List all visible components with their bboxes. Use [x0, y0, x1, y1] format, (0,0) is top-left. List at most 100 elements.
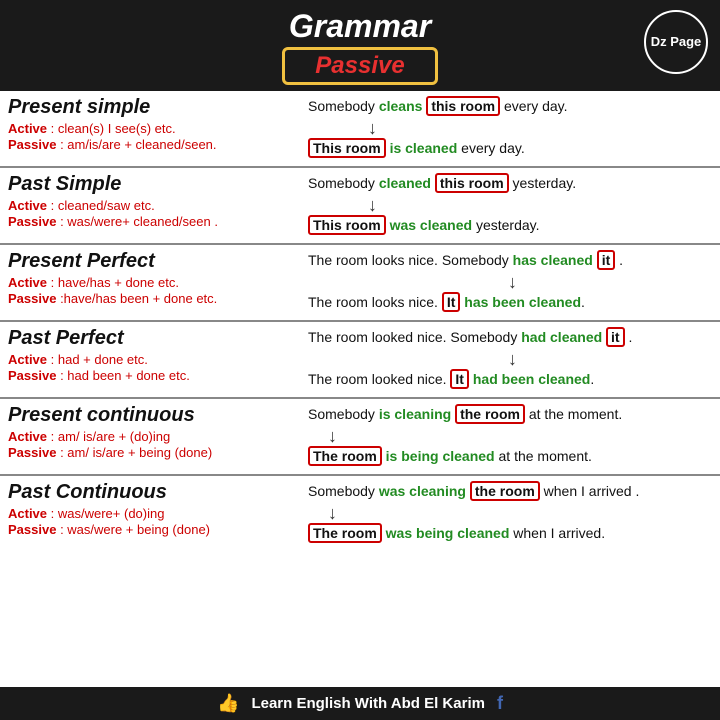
passive-line-past-continuous: Passive : was/were + being (done)	[8, 522, 298, 537]
header: Grammar Passive Dz Page	[0, 0, 720, 91]
active-line-present-perfect: Active : have/has + done etc.	[8, 275, 298, 290]
example1-present-simple: Somebody cleans this room every day.	[308, 96, 712, 116]
example1-present-continuous: Somebody is cleaning the room at the mom…	[308, 404, 712, 424]
green-word: had cleaned	[521, 329, 602, 345]
active-line-past-continuous: Active : was/were+ (do)ing	[8, 506, 298, 521]
left-past-continuous: Past Continuous Active : was/were+ (do)i…	[8, 481, 298, 546]
active-text: : was/were+ (do)ing	[51, 506, 165, 521]
active-text: : have/has + done etc.	[51, 275, 179, 290]
passive-text: : had been + done etc.	[60, 368, 190, 383]
green-word2: is being cleaned	[386, 448, 495, 464]
passive-label: Passive	[8, 368, 56, 383]
active-label: Active	[8, 506, 47, 521]
section-present-simple: Present simple Active : clean(s) I see(s…	[0, 91, 720, 168]
active-line-past-perfect: Active : had + done etc.	[8, 352, 298, 367]
boxed-word: the room	[455, 404, 525, 424]
left-present-simple: Present simple Active : clean(s) I see(s…	[8, 96, 298, 161]
main-container: Grammar Passive Dz Page Present simple A…	[0, 0, 720, 720]
active-text: : cleaned/saw etc.	[51, 198, 155, 213]
right-past-perfect: The room looked nice. Somebody had clean…	[298, 327, 712, 392]
section-present-perfect: Present Perfect Active : have/has + done…	[0, 245, 720, 322]
right-present-continuous: Somebody is cleaning the room at the mom…	[298, 404, 712, 469]
passive-text: :have/has been + done etc.	[60, 291, 217, 306]
arrow: ↓	[508, 273, 712, 291]
right-present-simple: Somebody cleans this room every day. ↓ T…	[298, 96, 712, 161]
facebook-icon: f	[497, 693, 503, 714]
example2-present-perfect: The room looks nice. It has been cleaned…	[308, 292, 712, 312]
example1-past-continuous: Somebody was cleaning the room when I ar…	[308, 481, 712, 501]
active-line-present-continuous: Active : am/ is/are + (do)ing	[8, 429, 298, 444]
passive-text-ps: : am/is/are + cleaned/seen.	[60, 137, 216, 152]
passive-label: Passive	[8, 445, 56, 460]
passive-line-present-continuous: Passive : am/ is/are + being (done)	[8, 445, 298, 460]
example2-past-simple: This room was cleaned yesterday.	[308, 215, 712, 235]
section-title-past-simple: Past Simple	[8, 173, 298, 196]
section-past-simple: Past Simple Active : cleaned/saw etc. Pa…	[0, 168, 720, 245]
green-word2: is cleaned	[390, 140, 458, 156]
right-present-perfect: The room looks nice. Somebody has cleane…	[298, 250, 712, 315]
section-past-continuous: Past Continuous Active : was/were+ (do)i…	[0, 476, 720, 551]
boxed-word: it	[597, 250, 616, 270]
section-title-past-continuous: Past Continuous	[8, 481, 298, 504]
green-word: has cleaned	[513, 252, 593, 268]
header-inner: Grammar Passive	[0, 8, 720, 87]
green-word: cleaned	[379, 175, 431, 191]
boxed-word2: This room	[308, 215, 386, 235]
active-text: : clean(s) I see(s) etc.	[51, 121, 176, 136]
page-title: Grammar	[289, 8, 431, 45]
boxed-word2: It	[442, 292, 461, 312]
green-word2: had been cleaned	[473, 371, 590, 387]
green-word2: has been cleaned	[464, 294, 581, 310]
footer-text: Learn English With Abd El Karim	[251, 695, 485, 712]
arrow: ↓	[368, 119, 712, 137]
passive-line-present-perfect: Passive :have/has been + done etc.	[8, 291, 298, 306]
section-title-present-continuous: Present continuous	[8, 404, 298, 427]
thumbs-up-icon: 👍	[217, 693, 239, 714]
boxed-word2: This room	[308, 138, 386, 158]
active-label: Active	[8, 352, 47, 367]
green-word: is cleaning	[379, 406, 451, 422]
section-title-present-perfect: Present Perfect	[8, 250, 298, 273]
content-area: Present simple Active : clean(s) I see(s…	[0, 91, 720, 687]
passive-label: Passive	[8, 522, 56, 537]
arrow: ↓	[508, 350, 712, 368]
section-title-present-simple: Present simple	[8, 96, 298, 119]
boxed-word2: It	[450, 369, 469, 389]
active-label: Active	[8, 121, 47, 136]
passive-text: : was/were + being (done)	[60, 522, 210, 537]
active-text: : had + done etc.	[51, 352, 148, 367]
boxed-word: this room	[426, 96, 500, 116]
passive-label: Passive	[8, 214, 56, 229]
passive-badge: Passive	[282, 47, 437, 85]
boxed-word: this room	[435, 173, 509, 193]
active-line-past-simple: Active : cleaned/saw etc.	[8, 198, 298, 213]
footer: 👍 Learn English With Abd El Karim f	[0, 687, 720, 720]
section-past-perfect: Past Perfect Active : had + done etc. Pa…	[0, 322, 720, 399]
passive-line-past-perfect: Passive : had been + done etc.	[8, 368, 298, 383]
active-label: Active	[8, 275, 47, 290]
example2-past-perfect: The room looked nice. It had been cleane…	[308, 369, 712, 389]
passive-line-past-simple: Passive : was/were+ cleaned/seen .	[8, 214, 298, 229]
example1-present-perfect: The room looks nice. Somebody has cleane…	[308, 250, 712, 270]
arrow: ↓	[368, 196, 712, 214]
example1-past-perfect: The room looked nice. Somebody had clean…	[308, 327, 712, 347]
arrow: ↓	[328, 427, 712, 445]
left-present-continuous: Present continuous Active : am/ is/are +…	[8, 404, 298, 469]
active-line-present-simple: Active : clean(s) I see(s) etc.	[8, 121, 298, 136]
boxed-word2: The room	[308, 523, 382, 543]
example2-present-continuous: The room is being cleaned at the moment.	[308, 446, 712, 466]
section-title-past-perfect: Past Perfect	[8, 327, 298, 350]
dz-page-badge: Dz Page	[644, 10, 708, 74]
passive-label-ps: Passive	[8, 137, 56, 152]
example1-past-simple: Somebody cleaned this room yesterday.	[308, 173, 712, 193]
boxed-word2: The room	[308, 446, 382, 466]
example2-present-simple: This room is cleaned every day.	[308, 138, 712, 158]
green-word: was cleaning	[379, 483, 466, 499]
left-past-simple: Past Simple Active : cleaned/saw etc. Pa…	[8, 173, 298, 238]
right-past-simple: Somebody cleaned this room yesterday. ↓ …	[298, 173, 712, 238]
left-past-perfect: Past Perfect Active : had + done etc. Pa…	[8, 327, 298, 392]
active-text: : am/ is/are + (do)ing	[51, 429, 171, 444]
boxed-word: it	[606, 327, 625, 347]
passive-label: Passive	[8, 291, 56, 306]
green-word: cleans	[379, 98, 423, 114]
